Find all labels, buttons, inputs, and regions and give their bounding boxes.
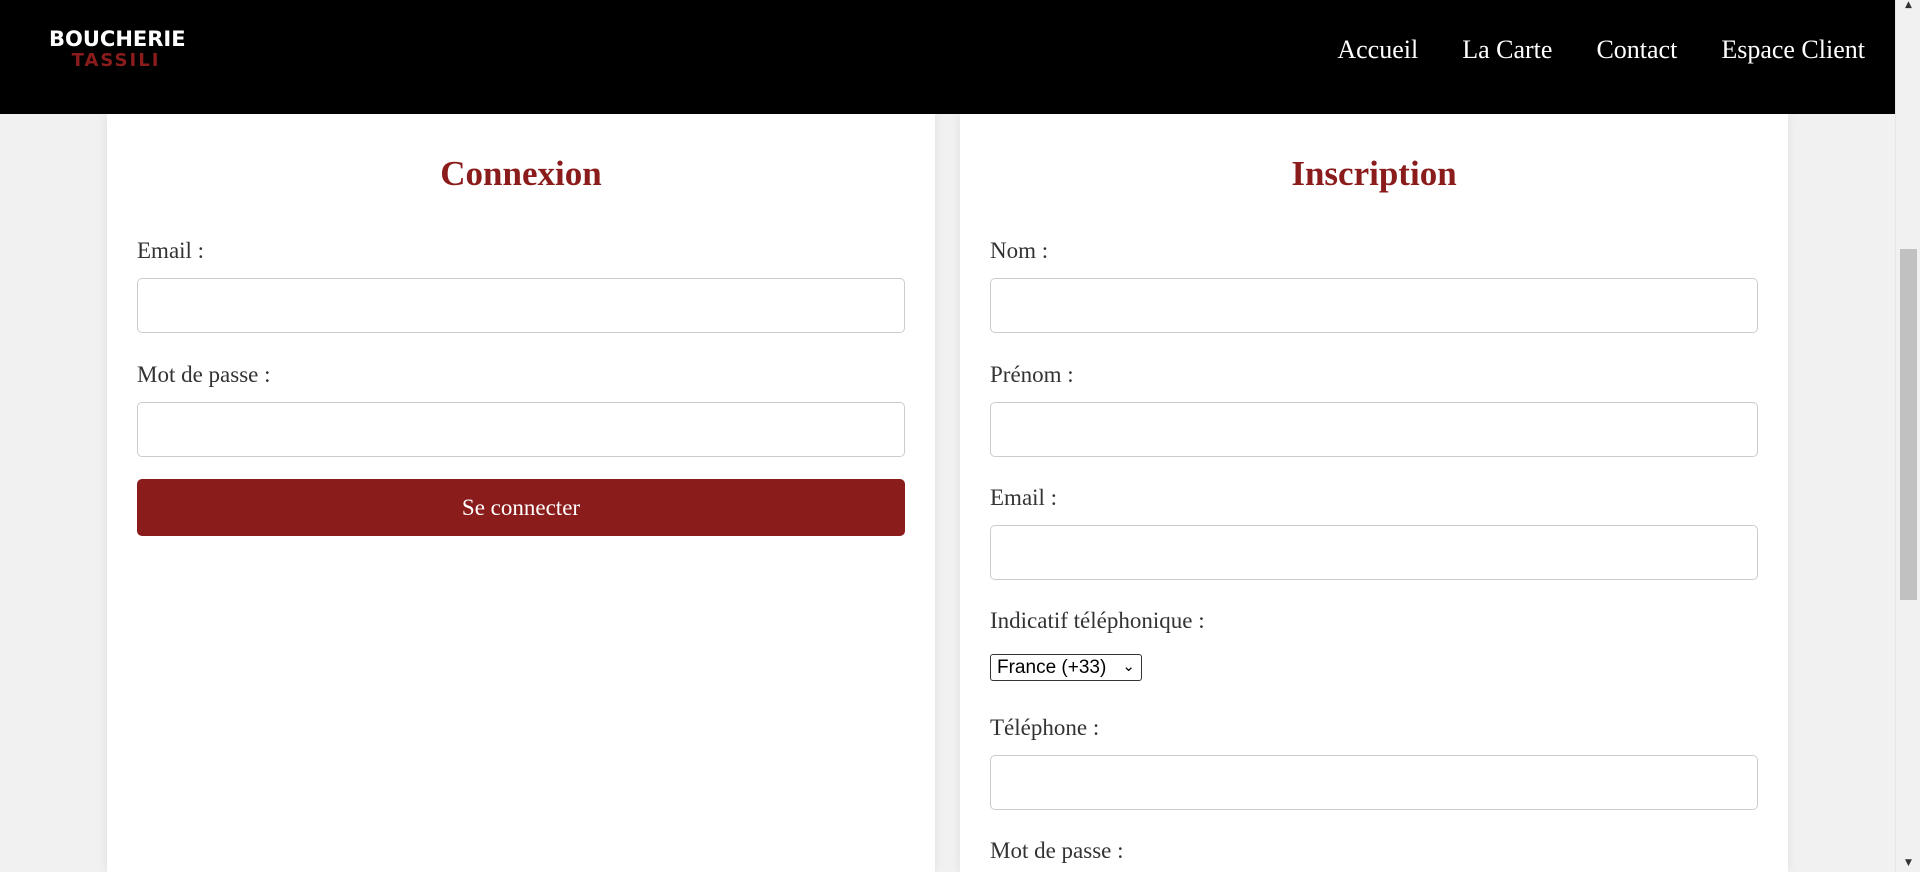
register-email-input[interactable] (990, 525, 1758, 580)
scroll-thumb[interactable] (1900, 249, 1917, 600)
nav-contact[interactable]: Contact (1596, 35, 1677, 65)
brand-line1: BOUCHERIE (49, 27, 186, 51)
brand-logo[interactable]: BOUCHERIE TASSILI (49, 27, 186, 71)
nav-la-carte[interactable]: La Carte (1462, 35, 1552, 65)
register-nom-label: Nom : (990, 238, 1049, 263)
register-indicatif-label: Indicatif téléphonique : (990, 608, 1205, 633)
register-prenom-input[interactable] (990, 402, 1758, 457)
register-nom-input[interactable] (990, 278, 1758, 333)
register-title: Inscription (1291, 154, 1457, 193)
nav-espace-client[interactable]: Espace Client (1721, 35, 1865, 65)
register-prenom-label: Prénom : (990, 362, 1074, 387)
scroll-up-arrow-icon[interactable]: ▲ (1896, 0, 1920, 14)
main-nav: Accueil La Carte Contact Espace Client (1337, 35, 1865, 65)
top-navbar: BOUCHERIE TASSILI Accueil La Carte Conta… (0, 0, 1895, 114)
login-email-label: Email : (137, 238, 205, 263)
register-telephone-input[interactable] (990, 755, 1758, 810)
register-indicatif-value: France (+33) (997, 656, 1107, 678)
login-password-input[interactable] (137, 402, 905, 457)
page-scrollbar[interactable]: ▲ ▼ (1895, 0, 1920, 872)
login-password-label: Mot de passe : (137, 362, 271, 387)
nav-accueil[interactable]: Accueil (1337, 35, 1418, 65)
login-submit-button[interactable]: Se connecter (137, 479, 905, 536)
login-title: Connexion (440, 154, 602, 193)
register-password-label: Mot de passe : (990, 838, 1124, 863)
scroll-down-arrow-icon[interactable]: ▼ (1896, 858, 1920, 872)
register-indicatif-select[interactable]: France (+33) ⌄ (990, 654, 1142, 681)
register-telephone-label: Téléphone : (990, 715, 1100, 740)
brand-line2: TASSILI (71, 50, 161, 71)
login-card: Connexion Email : Mot de passe : Se conn… (107, 114, 935, 872)
chevron-down-icon: ⌄ (1122, 658, 1135, 675)
login-email-input[interactable] (137, 278, 905, 333)
register-card: Inscription Nom : Prénom : Email : Indic… (960, 114, 1788, 872)
register-email-label: Email : (990, 485, 1058, 510)
